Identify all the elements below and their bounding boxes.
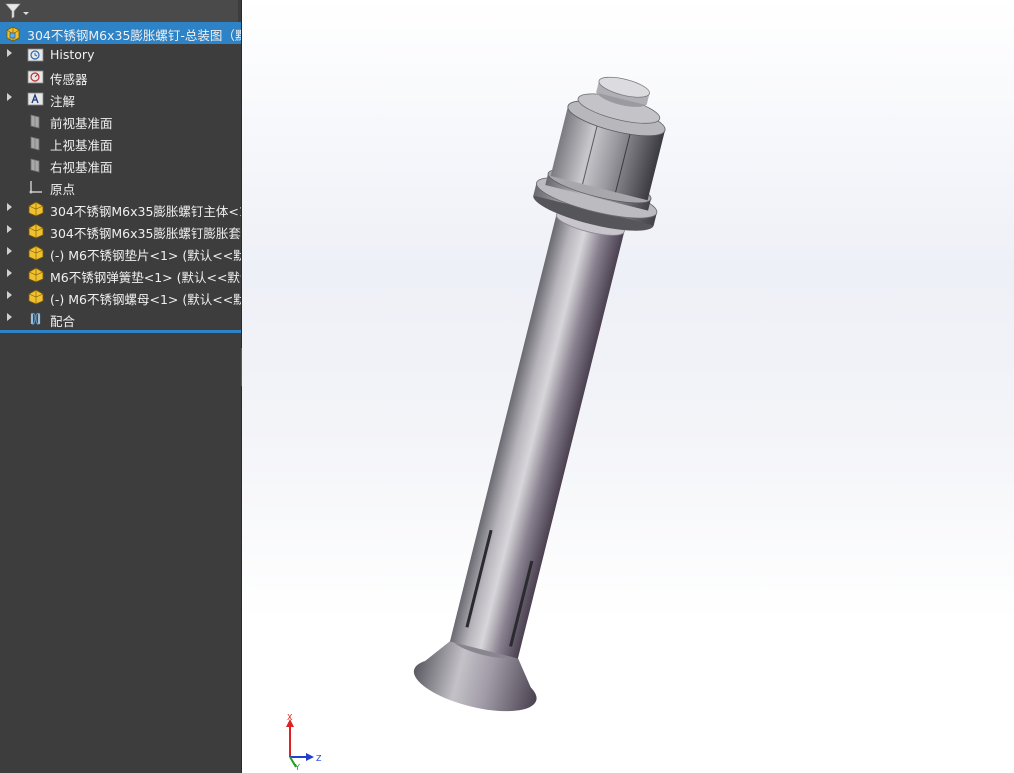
expand-arrow-icon[interactable] [7, 49, 12, 57]
tree-item[interactable]: 304不锈钢M6x35膨胀螺钉膨胀套< [0, 220, 241, 242]
sensor-icon [27, 69, 45, 85]
tree-root-assembly[interactable]: 304不锈钢M6x35膨胀螺钉-总装图（默认 [0, 22, 241, 44]
triad-x-label: X [287, 713, 293, 722]
filter-icon [5, 3, 29, 19]
tree-item-label: 配合 [50, 314, 76, 329]
history-icon [27, 47, 45, 63]
tree-item-label: (-) M6不锈钢垫片<1> (默认<<默认 [50, 248, 241, 263]
tree-item-label: 原点 [50, 182, 76, 197]
tree-item[interactable]: (-) M6不锈钢螺母<1> (默认<<默认 [0, 286, 241, 308]
expand-arrow-icon[interactable] [7, 269, 12, 277]
plane-icon [27, 157, 45, 173]
tree-item-label: 上视基准面 [50, 138, 113, 153]
part-icon [27, 289, 45, 305]
tree-item-label: 传感器 [50, 72, 88, 87]
expand-arrow-icon[interactable] [7, 225, 12, 233]
tree-root-label: 304不锈钢M6x35膨胀螺钉-总装图（默认 [27, 28, 241, 43]
origin-icon [27, 179, 45, 195]
tree-item-label: 304不锈钢M6x35膨胀螺钉膨胀套< [50, 226, 241, 241]
tree-item[interactable]: 注解 [0, 88, 241, 110]
expansion-bolt-model [413, 76, 666, 712]
tree-filter-bar [0, 0, 238, 23]
tree-item[interactable]: 原点 [0, 176, 241, 198]
tree-item[interactable]: 上视基准面 [0, 132, 241, 154]
expand-arrow-icon[interactable] [7, 93, 12, 101]
expand-arrow-icon[interactable] [7, 203, 12, 211]
tree-item-label: 前视基准面 [50, 116, 113, 131]
expand-arrow-icon[interactable] [7, 291, 12, 299]
bolt-assembly [413, 76, 666, 712]
axis-triad: X Z Y [286, 713, 322, 771]
tree-item[interactable]: M6不锈钢弹簧垫<1> (默认<<默认 [0, 264, 241, 286]
assembly-icon [4, 25, 22, 42]
tree-item[interactable]: History [0, 44, 241, 66]
tree-item-label: History [50, 47, 95, 62]
plane-icon [27, 135, 45, 151]
tree-divider [0, 330, 241, 333]
part-icon [27, 201, 45, 217]
triad-y-label: Y [294, 763, 300, 771]
plane-icon [27, 113, 45, 129]
tree-item[interactable]: 配合 [0, 308, 241, 330]
tree-item[interactable]: 前视基准面 [0, 110, 241, 132]
part-icon [27, 245, 45, 261]
expand-arrow-icon[interactable] [7, 247, 12, 255]
tree-item-label: 右视基准面 [50, 160, 113, 175]
tree-item[interactable]: (-) M6不锈钢垫片<1> (默认<<默认 [0, 242, 241, 264]
annotation-icon [27, 91, 45, 107]
expansion-sleeve [449, 210, 625, 659]
tree-item-label: (-) M6不锈钢螺母<1> (默认<<默认 [50, 292, 241, 307]
tree-item-label: 注解 [50, 94, 76, 109]
feature-manager-tree: 304不锈钢M6x35膨胀螺钉-总装图（默认 History 传感器注解前视基准面… [0, 0, 242, 773]
tree-item[interactable]: 右视基准面 [0, 154, 241, 176]
part-icon [27, 267, 45, 283]
mates-icon [27, 311, 45, 327]
tree-item[interactable]: 304不锈钢M6x35膨胀螺钉主体<1> [0, 198, 241, 220]
tree-item[interactable]: 传感器 [0, 66, 241, 88]
expand-arrow-icon[interactable] [7, 313, 12, 321]
tree-item-label: 304不锈钢M6x35膨胀螺钉主体<1> [50, 204, 241, 219]
graphics-viewport[interactable] [242, 0, 1014, 773]
tree-item-label: M6不锈钢弹簧垫<1> (默认<<默认 [50, 270, 241, 285]
triad-z-label: Z [316, 754, 322, 763]
filter-button[interactable] [2, 1, 32, 21]
part-icon [27, 223, 45, 239]
